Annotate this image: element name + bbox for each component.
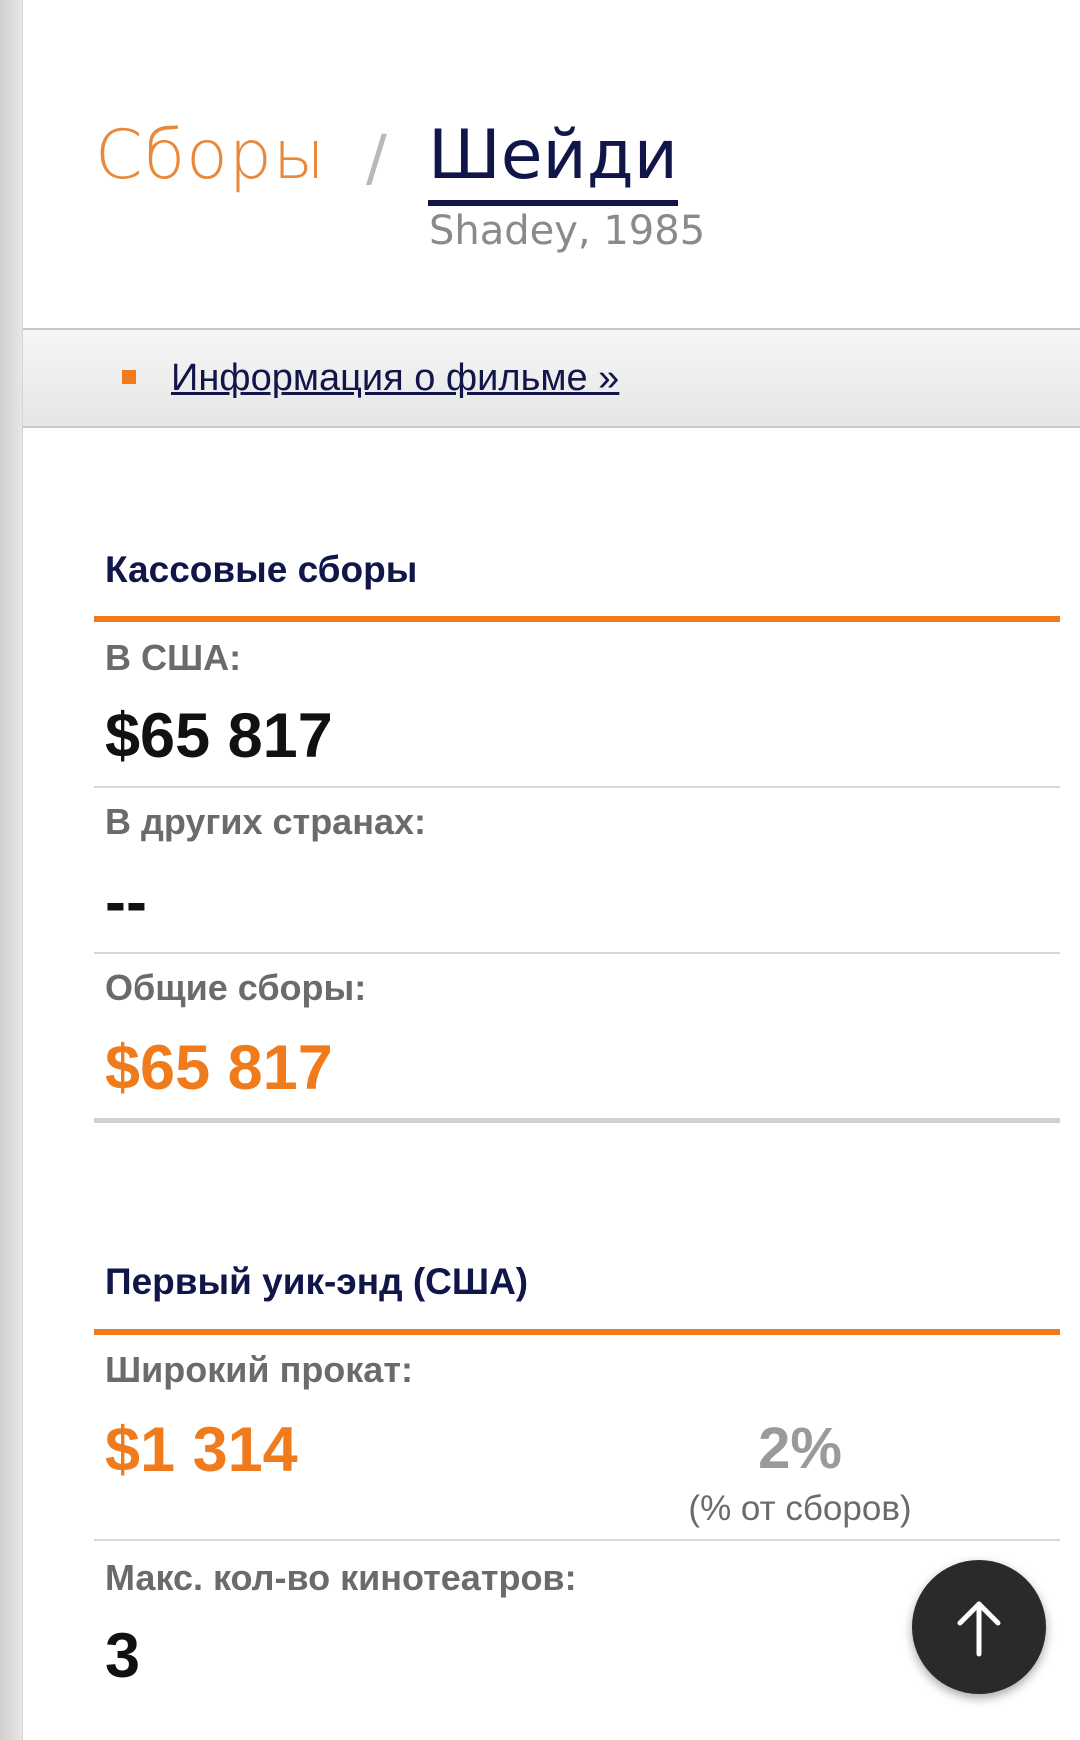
max-theaters-value: 3 [105,1621,141,1691]
row-divider [94,1539,1060,1541]
breadcrumb-section[interactable]: Сборы [95,116,326,196]
total-gross-value: $65 817 [105,1033,333,1103]
film-title-link[interactable]: Шейди [428,116,678,206]
film-info-link[interactable]: Информация о фильме » [171,356,619,400]
intl-gross-label: В других странах: [105,801,426,842]
box-office-divider [94,616,1060,622]
bullet-icon [122,370,136,384]
page: Сборы / Шейди Shadey, 1985 Информация о … [0,0,1080,1740]
film-info-bar: Информация о фильме » [23,328,1080,428]
max-theaters-label: Макс. кол-во кинотеатров: [105,1557,577,1598]
us-gross-value: $65 817 [105,701,333,771]
row-divider [94,786,1060,788]
page-header: Сборы / Шейди Shadey, 1985 [23,0,1080,328]
wide-release-value: $1 314 [105,1415,298,1485]
us-gross-label: В США: [105,637,242,678]
row-divider [94,952,1060,954]
opening-weekend-title: Первый уик-энд (США) [105,1261,529,1302]
opening-weekend-divider [94,1329,1060,1335]
intl-gross-value: -- [105,867,147,937]
film-subtitle: Shadey, 1985 [429,208,706,254]
wide-release-percent: 2% [758,1416,842,1481]
box-office-title: Кассовые сборы [105,549,418,590]
percent-caption: (% от сборов) [688,1489,912,1528]
section-end-divider [94,1118,1060,1123]
left-edge-shadow [0,0,23,1740]
breadcrumb-separator: / [366,121,387,194]
scroll-to-top-button[interactable] [912,1560,1046,1694]
arrow-up-icon [957,1601,1001,1657]
wide-release-label: Широкий прокат: [105,1349,413,1390]
total-gross-label: Общие сборы: [105,967,367,1008]
